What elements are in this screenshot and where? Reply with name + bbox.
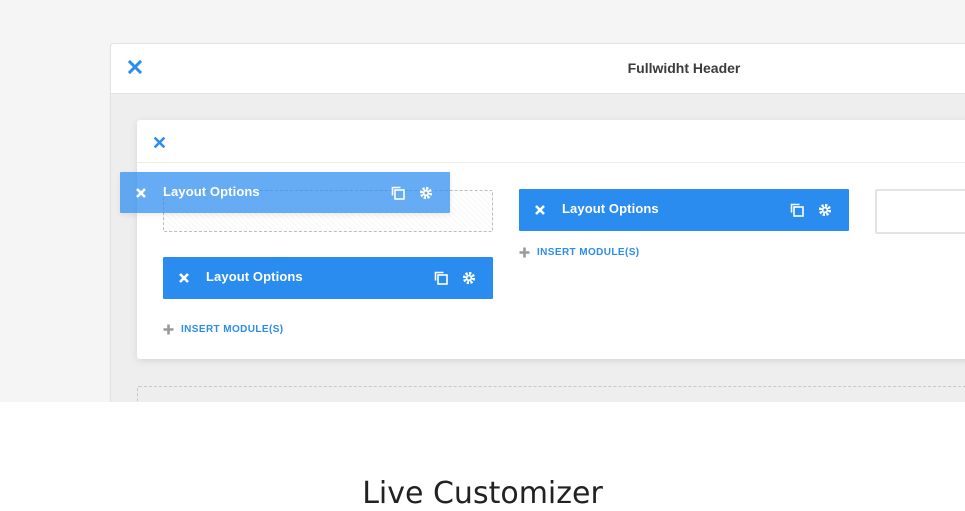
section-header: Fullwidht Header bbox=[111, 44, 965, 94]
section-title: Fullwidht Header bbox=[627, 60, 741, 76]
gear-icon[interactable] bbox=[418, 185, 434, 201]
insert-module-link[interactable]: INSERT MODULE(S) bbox=[519, 246, 659, 260]
module-label: Layout Options bbox=[562, 201, 659, 216]
gear-icon[interactable] bbox=[461, 270, 477, 286]
empty-column[interactable] bbox=[875, 189, 965, 234]
row-drop-placeholder bbox=[137, 386, 965, 402]
row-header bbox=[137, 120, 965, 163]
caption-heading: Live Customizer bbox=[362, 476, 603, 511]
duplicate-icon[interactable] bbox=[789, 202, 805, 218]
module-bar[interactable]: Layout Options bbox=[163, 257, 493, 299]
close-icon[interactable] bbox=[534, 203, 546, 215]
gear-icon[interactable] bbox=[817, 202, 833, 218]
close-icon[interactable] bbox=[135, 186, 147, 198]
close-icon[interactable] bbox=[153, 135, 166, 149]
close-icon[interactable] bbox=[178, 271, 190, 283]
module-bar[interactable]: Layout Options bbox=[519, 189, 849, 231]
duplicate-icon[interactable] bbox=[433, 270, 449, 286]
plus-icon bbox=[519, 247, 530, 258]
insert-module-label: INSERT MODULE(S) bbox=[537, 247, 640, 258]
insert-module-label: INSERT MODULE(S) bbox=[181, 324, 284, 335]
dragged-module-bar[interactable]: Layout Options bbox=[120, 172, 450, 213]
builder-canvas: Fullwidht Header Layout Options Layout O… bbox=[0, 0, 965, 402]
insert-module-link[interactable]: INSERT MODULE(S) bbox=[163, 323, 303, 337]
duplicate-icon[interactable] bbox=[390, 185, 406, 201]
plus-icon bbox=[163, 324, 174, 335]
module-label: Layout Options bbox=[206, 269, 303, 284]
module-label: Layout Options bbox=[163, 184, 260, 199]
